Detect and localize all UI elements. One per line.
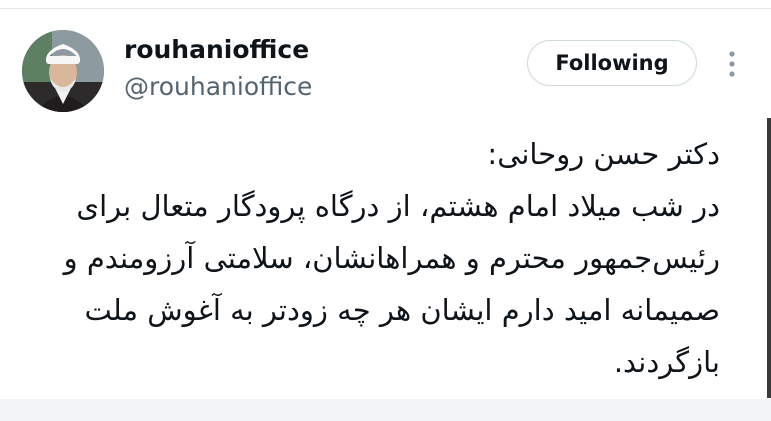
avatar-photo-icon bbox=[22, 30, 104, 112]
tweet-text: دکتر حسن روحانی: در شب میلاد امام هشتم، … bbox=[63, 128, 720, 388]
tweet-card: rouhanioffice @rouhanioffice Following د… bbox=[0, 0, 771, 421]
display-name[interactable]: rouhanioffice bbox=[124, 34, 309, 66]
bottom-strip bbox=[0, 399, 771, 421]
tweet-line: بازگردند. bbox=[613, 345, 720, 379]
more-options-icon[interactable] bbox=[726, 50, 738, 78]
avatar[interactable] bbox=[22, 30, 104, 112]
right-edge-bar bbox=[767, 118, 771, 398]
top-divider bbox=[0, 8, 771, 9]
tweet-line: رئیس‌جمهور محترم و همراهانشان، سلامتی آر… bbox=[63, 241, 720, 275]
tweet-line: دکتر حسن روحانی: bbox=[487, 137, 720, 171]
tweet-line: صمیمانه امید دارم ایشان هر چه زودتر به آ… bbox=[84, 293, 720, 327]
following-button[interactable]: Following bbox=[527, 40, 697, 86]
user-handle[interactable]: @rouhanioffice bbox=[124, 71, 312, 103]
tweet-line: در شب میلاد امام هشتم، از درگاه پرودگار … bbox=[76, 189, 720, 223]
